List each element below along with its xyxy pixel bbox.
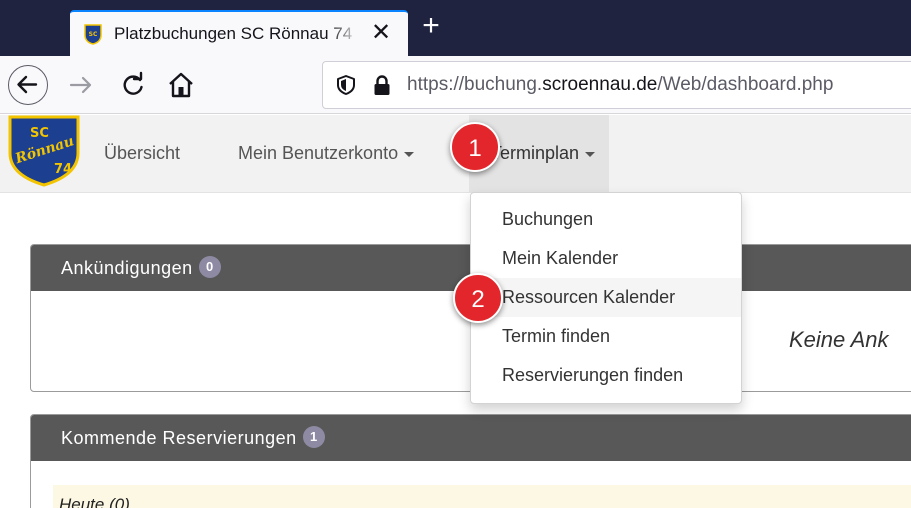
club-favicon-icon: SC [84, 24, 102, 45]
announcements-empty-message: Keine Ank [789, 327, 889, 352]
menu-item-buchungen[interactable]: Buchungen [471, 200, 741, 239]
menu-item-termin-finden[interactable]: Termin finden [471, 317, 741, 356]
menu-item-ressourcen-kalender[interactable]: Ressourcen Kalender [471, 278, 741, 317]
shield-icon[interactable] [335, 74, 357, 96]
caret-down-icon [585, 151, 596, 157]
svg-text:SC: SC [30, 126, 49, 141]
menu-item-reservierungen-finden[interactable]: Reservierungen finden [471, 356, 741, 395]
announcements-count-badge: 0 [198, 256, 221, 279]
nav-terminplan[interactable]: Terminplan [491, 143, 596, 164]
url-text: https://buchung.scroennau.de/Web/dashboa… [407, 74, 834, 95]
browser-tab[interactable]: SC Platzbuchungen SC Rönnau 74 ✕ [70, 10, 408, 56]
reload-icon[interactable] [118, 70, 148, 100]
home-icon[interactable] [166, 70, 196, 100]
menu-item-mein-kalender[interactable]: Mein Kalender [471, 239, 741, 278]
tab-title: Platzbuchungen SC Rönnau 74 [114, 24, 360, 44]
browser-tab-strip: SC Platzbuchungen SC Rönnau 74 ✕ + [0, 0, 911, 56]
nav-ubersicht[interactable]: Übersicht [104, 143, 180, 164]
today-label: Heute (0) [59, 495, 130, 508]
svg-text:74: 74 [54, 162, 72, 177]
step-marker-1: 1 [450, 122, 500, 172]
terminplan-dropdown: Buchungen Mein Kalender Ressourcen Kalen… [470, 192, 742, 404]
browser-nav-bar: https://buchung.scroennau.de/Web/dashboa… [0, 56, 911, 114]
upcoming-reservations-panel: Kommende Reservierungen 1 Heute (0) [30, 414, 911, 508]
step-marker-2: 2 [453, 273, 503, 323]
url-bar[interactable]: https://buchung.scroennau.de/Web/dashboa… [322, 61, 911, 109]
close-icon[interactable]: ✕ [368, 20, 394, 46]
back-button[interactable] [8, 65, 48, 105]
new-tab-button[interactable]: + [416, 11, 446, 42]
today-row: Heute (0) [53, 485, 911, 508]
upcoming-reservations-header: Kommende Reservierungen 1 [31, 415, 911, 461]
caret-down-icon [404, 151, 415, 157]
arrow-right-icon[interactable] [66, 70, 96, 100]
lock-icon[interactable] [371, 74, 393, 96]
upcoming-count-badge: 1 [302, 426, 325, 449]
arrow-left-icon [17, 75, 38, 94]
club-logo[interactable]: SC Rönnau 74 [4, 115, 82, 187]
svg-text:SC: SC [89, 31, 98, 38]
nav-benutzerkonto[interactable]: Mein Benutzerkonto [238, 143, 415, 164]
